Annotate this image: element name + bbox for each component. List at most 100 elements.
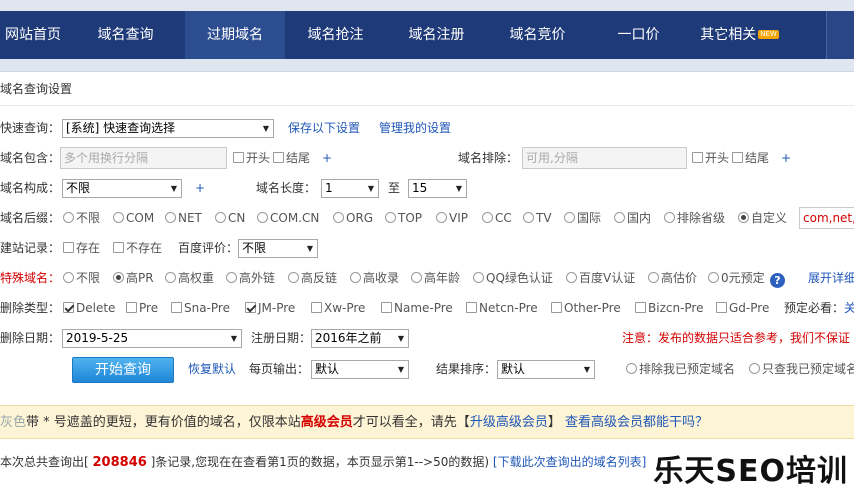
special-option[interactable]: 高收录 [350, 266, 399, 290]
checkbox[interactable] [551, 302, 562, 313]
special-option[interactable]: 百度V认证 [566, 266, 635, 290]
radio[interactable] [63, 272, 74, 283]
suffix-option[interactable]: VIP [436, 206, 468, 230]
baidu-rating-select[interactable]: 不限 ▼ [238, 239, 318, 258]
upgrade-vip-link[interactable]: 升级高级会员 [470, 415, 548, 430]
delete-type-option[interactable]: Xw-Pre [311, 296, 365, 320]
checkbox[interactable] [63, 242, 74, 253]
radio[interactable] [708, 272, 719, 283]
delete-type-option[interactable]: Name-Pre [381, 296, 453, 320]
checkbox[interactable] [126, 302, 137, 313]
exclude-input[interactable]: 可用,分隔 [522, 147, 687, 169]
checkbox[interactable] [311, 302, 322, 313]
checkbox[interactable] [381, 302, 392, 313]
radio[interactable] [749, 363, 760, 374]
contains-start-option[interactable]: 开头 [233, 146, 270, 170]
site-not-exists-option[interactable]: 不存在 [113, 236, 162, 260]
save-settings-link[interactable]: 保存以下设置 [288, 116, 360, 140]
quick-query-select[interactable]: [系统] 快速查询选择 ▼ [62, 119, 274, 138]
special-option[interactable]: 高外链 [226, 266, 275, 290]
radio[interactable] [288, 272, 299, 283]
nav-home[interactable]: 网站首页 [0, 11, 66, 59]
radio[interactable] [113, 212, 124, 223]
suffix-option[interactable]: CC [482, 206, 512, 230]
suffix-option[interactable]: TV [523, 206, 552, 230]
reserve-must-see-link[interactable]: 关 [844, 296, 854, 320]
radio[interactable] [63, 212, 74, 223]
radio[interactable] [257, 212, 268, 223]
special-option[interactable]: 高估价 [648, 266, 697, 290]
checkbox[interactable] [692, 152, 703, 163]
manage-settings-link[interactable]: 管理我的设置 [379, 116, 451, 140]
compose-select[interactable]: 不限 ▼ [62, 179, 182, 198]
radio[interactable] [333, 212, 344, 223]
reset-default-link[interactable]: 恢复默认 [188, 357, 236, 381]
contains-add-button[interactable]: + [322, 146, 332, 170]
contains-input[interactable]: 多个用换行分隔 [60, 147, 227, 169]
suffix-option[interactable]: COM.CN [257, 206, 319, 230]
radio[interactable] [566, 272, 577, 283]
suffix-option[interactable]: 排除省级 [664, 206, 725, 230]
special-option[interactable]: 高权重 [165, 266, 214, 290]
radio[interactable] [626, 363, 637, 374]
expand-details-link[interactable]: 展开详细 [808, 266, 854, 290]
suffix-option[interactable]: ORG [333, 206, 373, 230]
checkbox[interactable] [113, 242, 124, 253]
suffix-option[interactable]: 国内 [614, 206, 651, 230]
radio[interactable] [215, 212, 226, 223]
suffix-option[interactable]: 不限 [63, 206, 100, 230]
vip-benefits-link[interactable]: 查看高级会员都能干吗？ [565, 415, 708, 430]
checkbox[interactable] [732, 152, 743, 163]
exclude-end-option[interactable]: 结尾 [732, 146, 769, 170]
exclude-start-option[interactable]: 开头 [692, 146, 729, 170]
suffix-option[interactable]: TOP [385, 206, 422, 230]
special-option[interactable]: QQ绿色认证 [473, 266, 553, 290]
per-page-select[interactable]: 默认 ▼ [311, 360, 409, 379]
suffix-option[interactable]: COM [113, 206, 154, 230]
radio[interactable] [165, 272, 176, 283]
exclude-add-button[interactable]: + [781, 146, 791, 170]
only-reserved-option[interactable]: 只查我已预定域名 [749, 357, 854, 381]
special-option[interactable]: 不限 [63, 266, 100, 290]
checkbox[interactable] [171, 302, 182, 313]
nav-domain-query[interactable]: 域名查询 [66, 11, 185, 59]
radio[interactable] [411, 272, 422, 283]
nav-tail-button[interactable] [826, 11, 854, 59]
reg-date-select[interactable]: 2016年之前 ▼ [311, 329, 409, 348]
checkbox[interactable] [466, 302, 477, 313]
special-option-selected[interactable]: 高PR [113, 266, 154, 290]
delete-type-option[interactable]: Sna-Pre [171, 296, 230, 320]
length-to-select[interactable]: 15 ▼ [408, 179, 467, 198]
radio[interactable] [564, 212, 575, 223]
download-list-link[interactable]: [下载此次查询出的域名列表] [493, 455, 646, 469]
nav-fixed-price[interactable]: 一口价 [588, 11, 689, 59]
nav-domain-auction[interactable]: 域名竞价 [487, 11, 588, 59]
radio[interactable] [385, 212, 396, 223]
special-option[interactable]: 高年龄 [411, 266, 460, 290]
delete-type-option[interactable]: Delete [63, 296, 115, 320]
suffix-custom-input[interactable]: com,net, [799, 207, 854, 229]
radio[interactable] [226, 272, 237, 283]
radio[interactable] [113, 272, 124, 283]
delete-type-option[interactable]: Other-Pre [551, 296, 621, 320]
nav-others[interactable]: 其它相关 NEW [689, 11, 790, 59]
checkbox[interactable] [635, 302, 646, 313]
special-option[interactable]: 0元预定 [708, 266, 765, 290]
sort-select[interactable]: 默认 ▼ [497, 360, 595, 379]
site-exists-option[interactable]: 存在 [63, 236, 100, 260]
delete-date-select[interactable]: 2019-5-25 ▼ [62, 329, 242, 348]
delete-type-option[interactable]: Netcn-Pre [466, 296, 538, 320]
radio[interactable] [165, 212, 176, 223]
suffix-option-custom[interactable]: 自定义 [738, 206, 787, 230]
length-from-select[interactable]: 1 ▼ [321, 179, 379, 198]
suffix-option[interactable]: 国际 [564, 206, 601, 230]
delete-type-option[interactable]: Pre [126, 296, 158, 320]
radio[interactable] [664, 212, 675, 223]
checkbox[interactable] [63, 302, 74, 313]
radio[interactable] [523, 212, 534, 223]
delete-type-option[interactable]: Gd-Pre [716, 296, 769, 320]
checkbox[interactable] [233, 152, 244, 163]
radio[interactable] [473, 272, 484, 283]
radio[interactable] [436, 212, 447, 223]
nav-domain-register[interactable]: 域名注册 [386, 11, 487, 59]
